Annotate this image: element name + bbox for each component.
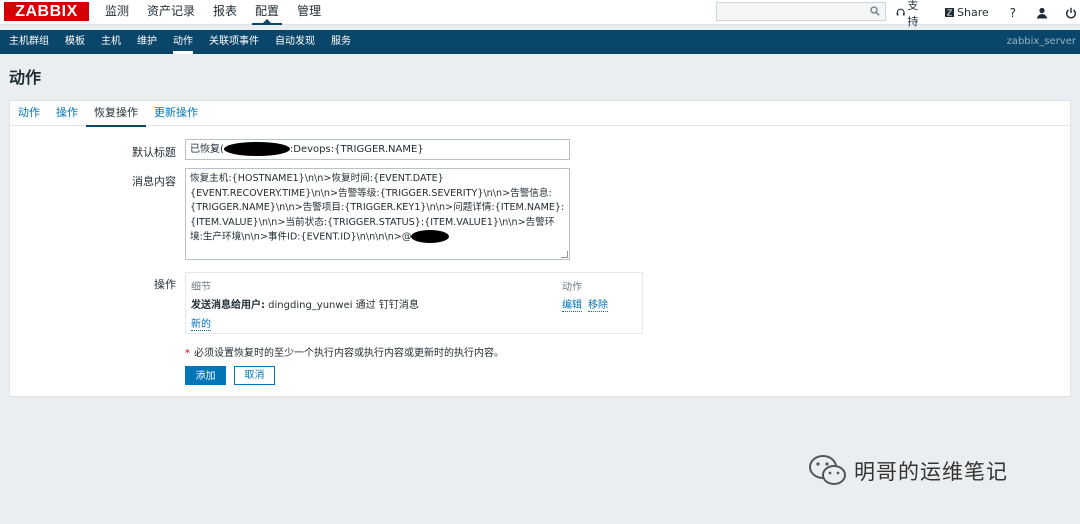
main-menu-administration[interactable]: 管理: [288, 0, 330, 25]
top-bar: ZABBIX 监测 资产记录 报表 配置 管理 支持 Z Share ?: [0, 0, 1080, 28]
tab-update-operations[interactable]: 更新操作: [146, 101, 206, 126]
main-menu-configuration[interactable]: 配置: [246, 0, 288, 25]
watermark: 明哥的运维笔记: [808, 454, 1008, 488]
share-icon: Z: [945, 8, 954, 18]
sub-menu-templates[interactable]: 模板: [57, 30, 93, 54]
recovery-operations-table: 细节 动作 发送消息给用户: dingding_yunwei 通过 钉钉消息 编…: [185, 272, 643, 334]
sub-menu-maintenance[interactable]: 维护: [129, 30, 165, 54]
main-menu-inventory[interactable]: 资产记录: [138, 0, 204, 25]
server-name: zabbix_server: [1006, 36, 1076, 47]
operations-label: 操作: [154, 278, 176, 291]
main-menu: 监测 资产记录 报表 配置 管理: [96, 0, 330, 25]
zabbix-logo[interactable]: ZABBIX: [4, 2, 89, 21]
sub-menu-services[interactable]: 服务: [323, 30, 359, 54]
help-icon[interactable]: ?: [1007, 6, 1019, 20]
tab-recovery-operations[interactable]: 恢复操作: [86, 101, 146, 127]
sub-menu: 主机群组 模板 主机 维护 动作 关联项事件 自动发现 服务: [0, 30, 1080, 54]
new-operation-link[interactable]: 新的: [191, 315, 211, 331]
edit-link[interactable]: 编辑: [562, 296, 582, 312]
redacted-mark: [223, 142, 290, 156]
page-title: 动作: [9, 68, 42, 87]
tab-action[interactable]: 动作: [10, 101, 48, 126]
column-header-action: 动作: [562, 282, 582, 293]
tab-operations[interactable]: 操作: [48, 101, 86, 126]
share-link[interactable]: Z Share: [944, 6, 989, 19]
share-label: Share: [957, 6, 989, 19]
sub-menu-discovery[interactable]: 自动发现: [267, 30, 323, 54]
sign-out-icon[interactable]: [1065, 6, 1077, 20]
column-header-detail: 细节: [191, 282, 211, 293]
form-tabs: 动作 操作 恢复操作 更新操作: [10, 101, 1070, 127]
search-input[interactable]: [716, 2, 886, 21]
wechat-icon: [809, 455, 846, 485]
operation-detail-text: dingding_yunwei 通过 钉钉消息: [265, 300, 419, 311]
sub-menu-actions[interactable]: 动作: [165, 30, 201, 54]
action-form-panel: 动作 操作 恢复操作 更新操作 默认标题 已恢复( :Devops:{TRIGGE…: [9, 100, 1071, 397]
support-link[interactable]: 支持: [896, 0, 926, 29]
resize-handle[interactable]: [561, 251, 568, 258]
search-icon[interactable]: [870, 6, 880, 16]
user-profile-icon[interactable]: [1036, 6, 1048, 20]
sub-menu-host-groups[interactable]: 主机群组: [0, 30, 57, 54]
default-subject-suffix: :Devops:{TRIGGER.NAME}: [289, 144, 424, 155]
default-subject-prefix: 已恢复(: [190, 144, 224, 155]
add-button[interactable]: 添加: [185, 366, 226, 385]
required-note: * 必须设置恢复时的至少一个执行内容或执行内容或更新时的执行内容。: [185, 344, 504, 359]
default-subject-input[interactable]: 已恢复( :Devops:{TRIGGER.NAME}: [185, 139, 570, 160]
watermark-text: 明哥的运维笔记: [854, 460, 1008, 484]
support-label: 支持: [907, 0, 919, 28]
required-star: *: [185, 348, 190, 359]
remove-link[interactable]: 移除: [588, 296, 608, 312]
table-row: 发送消息给用户: dingding_yunwei 通过 钉钉消息: [191, 296, 419, 311]
cancel-button[interactable]: 取消: [234, 366, 275, 385]
redacted-mark: [411, 230, 450, 243]
help-label: ?: [1009, 5, 1016, 20]
main-menu-monitoring[interactable]: 监测: [96, 0, 138, 25]
sub-menu-event-correlation[interactable]: 关联项事件: [201, 30, 267, 54]
message-value: 恢复主机:{HOSTNAME1}\n\n>恢复时间:{EVENT.DATE} {…: [190, 173, 565, 243]
required-note-text: 必须设置恢复时的至少一个执行内容或执行内容或更新时的执行内容。: [194, 348, 504, 359]
headset-icon: [896, 8, 905, 16]
message-textarea[interactable]: 恢复主机:{HOSTNAME1}\n\n>恢复时间:{EVENT.DATE} {…: [185, 168, 570, 260]
message-label: 消息内容: [132, 175, 176, 188]
main-menu-reports[interactable]: 报表: [204, 0, 246, 25]
default-subject-label: 默认标题: [132, 146, 176, 159]
operation-detail-bold: 发送消息给用户:: [191, 300, 265, 311]
sub-menu-hosts[interactable]: 主机: [93, 30, 129, 54]
top-links: 支持 Z Share ?: [896, 0, 1080, 28]
svg-text:Z: Z: [947, 9, 953, 18]
row-actions: 编辑 移除: [562, 296, 614, 312]
